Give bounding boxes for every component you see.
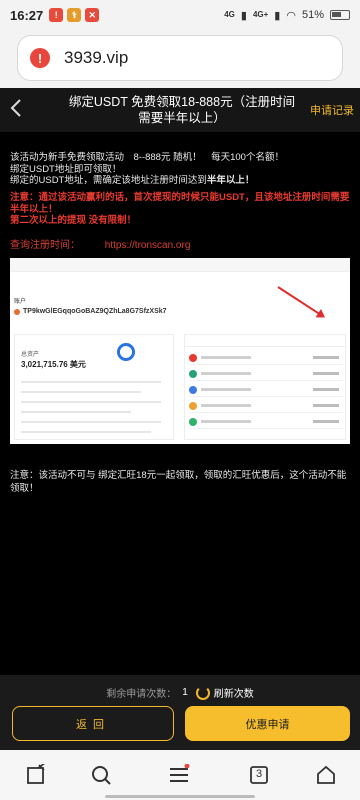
tronscan-link[interactable]: https://tronscan.org	[105, 240, 191, 251]
warning-line-1: 注意：通过该活动赢利的话，首次提现的时候只能USDT，且该地址注册时间需要半年以…	[10, 192, 350, 215]
screenshot-balance: 3,021,715.76 美元	[21, 360, 86, 369]
warning-line-2: 第二次以上的提现 没有限制！	[10, 215, 137, 226]
screenshot-tabs	[185, 335, 345, 347]
notification-icons: ! ⚕ ✕	[49, 8, 100, 22]
page-header: 绑定USDT 免费领取18-888元（注册时间需要半年以上） 申请记录	[0, 88, 360, 132]
screenshot-account-label: 账户	[14, 299, 27, 305]
back-button[interactable]: 返回	[12, 706, 174, 741]
refresh-icon[interactable]	[195, 685, 210, 700]
signal-icon: ▮	[240, 9, 247, 22]
screenshot-token-row	[189, 383, 343, 397]
menu-icon[interactable]	[168, 763, 190, 786]
screenshot-address-text: TP9kwGlEGqqoGoBAZ9QZhLa8G7SfzXSk7	[23, 308, 167, 315]
browser-toolbar: ! 3939.vip	[0, 30, 360, 88]
back-arrow-icon[interactable]	[10, 98, 28, 122]
intro-line-3: 绑定的USDT地址，需确定该地址注册时间达到半年以上！	[10, 175, 350, 187]
screenshot-row	[21, 411, 131, 413]
status-bar: 16:27 ! ⚕ ✕ 4G ▮ 4G+ ▮ ◠ 51%	[0, 0, 360, 30]
apply-record-link[interactable]: 申请记录	[310, 102, 354, 118]
search-icon[interactable]	[90, 764, 112, 786]
screenshot-row	[21, 381, 161, 383]
screenshot-token-row	[189, 415, 343, 429]
app-notification-icon: !	[49, 8, 64, 22]
browser-nav-bar: 3	[0, 750, 360, 800]
close-tab-icon[interactable]	[25, 762, 47, 786]
battery-icon	[330, 10, 350, 20]
address-bar[interactable]: ! 3939.vip	[17, 35, 343, 81]
refresh-button[interactable]: 刷新次数	[214, 685, 254, 700]
signal-icon-2: ▮	[274, 9, 281, 22]
screenshot-total-label: 总资产	[21, 352, 40, 358]
promo-content: 该活动为新手免费领取活动 8--888元 随机！ 每天100个名额！ 绑定USD…	[0, 140, 360, 675]
bottom-actions: 剩余申请次数： 1 刷新次数 返回 优惠申请	[0, 675, 360, 750]
screenshot-token-row	[189, 399, 343, 413]
battery-level: 51%	[301, 9, 324, 21]
screenshot-row	[21, 391, 141, 393]
screenshot-address: TP9kwGlEGqqoGoBAZ9QZhLa8G7SfzXSk7	[14, 308, 167, 315]
home-icon[interactable]	[315, 764, 337, 786]
status-right: 4G ▮ 4G+ ▮ ◠ 51%	[224, 9, 350, 22]
remain-row: 剩余申请次数： 1 刷新次数	[0, 685, 360, 700]
tronscan-screenshot: 账户 TP9kwGlEGqqoGoBAZ9QZhLa8G7SfzXSk7 总资产…	[10, 258, 350, 444]
app-notification-icon-3: ✕	[85, 8, 100, 22]
remain-count: 1	[182, 687, 188, 698]
tabs-button[interactable]: 3	[248, 764, 270, 786]
warning-text: 注意：通过该活动赢利的话，首次提现的时候只能USDT，且该地址注册时间需要半年以…	[10, 192, 350, 227]
page-title: 绑定USDT 免费领取18-888元（注册时间需要半年以上）	[68, 95, 296, 125]
insecure-warning-icon[interactable]: !	[30, 48, 50, 68]
screenshot-row	[21, 421, 161, 423]
screenshot-balance-panel: 总资产 3,021,715.76 美元	[14, 334, 174, 440]
tron-logo-icon	[14, 308, 20, 315]
app-notification-icon-2: ⚕	[67, 8, 82, 22]
intro-line-3-bold: 半年以上！	[206, 175, 255, 186]
status-time: 16:27	[10, 7, 44, 23]
note-text: 注意：该活动不可与 绑定汇旺18元一起领取，领取的汇旺优惠后，这个活动不能领取！	[10, 470, 347, 494]
screenshot-topbar	[10, 258, 350, 272]
red-arrow-icon	[277, 286, 324, 318]
screenshot-token-row	[189, 367, 343, 381]
url-text[interactable]: 3939.vip	[64, 48, 128, 68]
network-4g-plus: 4G+	[252, 10, 269, 19]
screenshot-token-panel	[184, 334, 346, 440]
network-4g: 4G	[224, 10, 235, 19]
screenshot-token-row	[189, 351, 343, 365]
remain-label: 剩余申请次数：	[106, 689, 177, 700]
intro-line-2: 绑定USDT地址即可领取！	[10, 163, 122, 175]
screenshot-row	[21, 431, 151, 433]
intro-line-3-prefix: 绑定的USDT地址，需确定该地址注册时间达到	[10, 175, 207, 186]
intro-line-1: 该活动为新手免费领取活动 8--888元 随机！ 每天100个名额！	[10, 152, 284, 163]
wifi-icon: ◠	[286, 9, 296, 22]
intro-text: 该活动为新手免费领取活动 8--888元 随机！ 每天100个名额！ 绑定USD…	[10, 152, 350, 187]
apply-button[interactable]: 优惠申请	[185, 706, 350, 741]
screenshot-row	[21, 401, 161, 403]
tabs-count: 3	[255, 768, 263, 780]
query-row: 查询注册时间： https://tronscan.org	[10, 236, 190, 251]
query-label: 查询注册时间：	[10, 240, 80, 251]
donut-chart-icon	[117, 343, 135, 361]
gesture-handle	[105, 795, 255, 798]
